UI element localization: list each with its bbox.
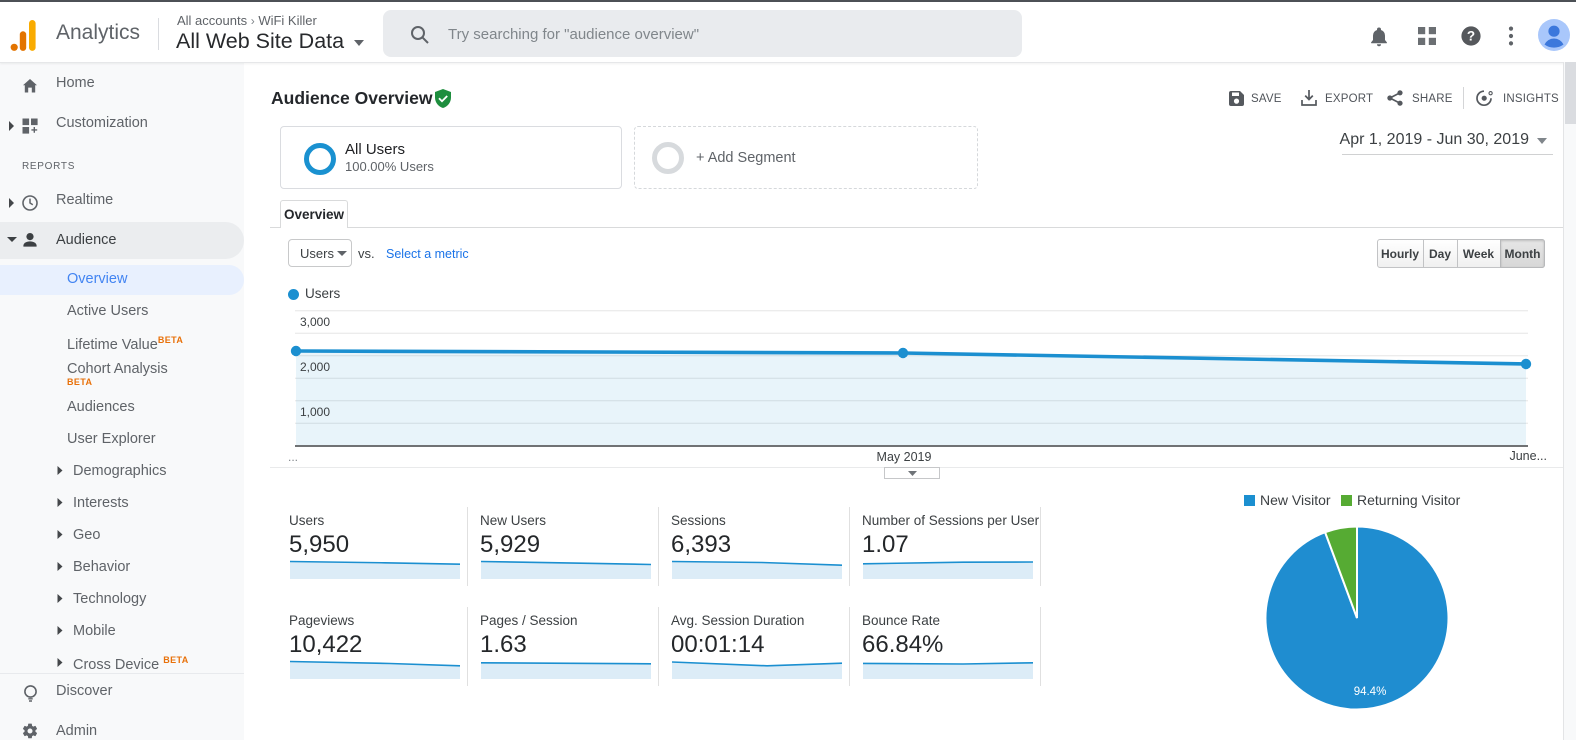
svg-text:94.4%: 94.4% — [1354, 686, 1387, 698]
svg-text:?: ? — [1467, 29, 1475, 44]
